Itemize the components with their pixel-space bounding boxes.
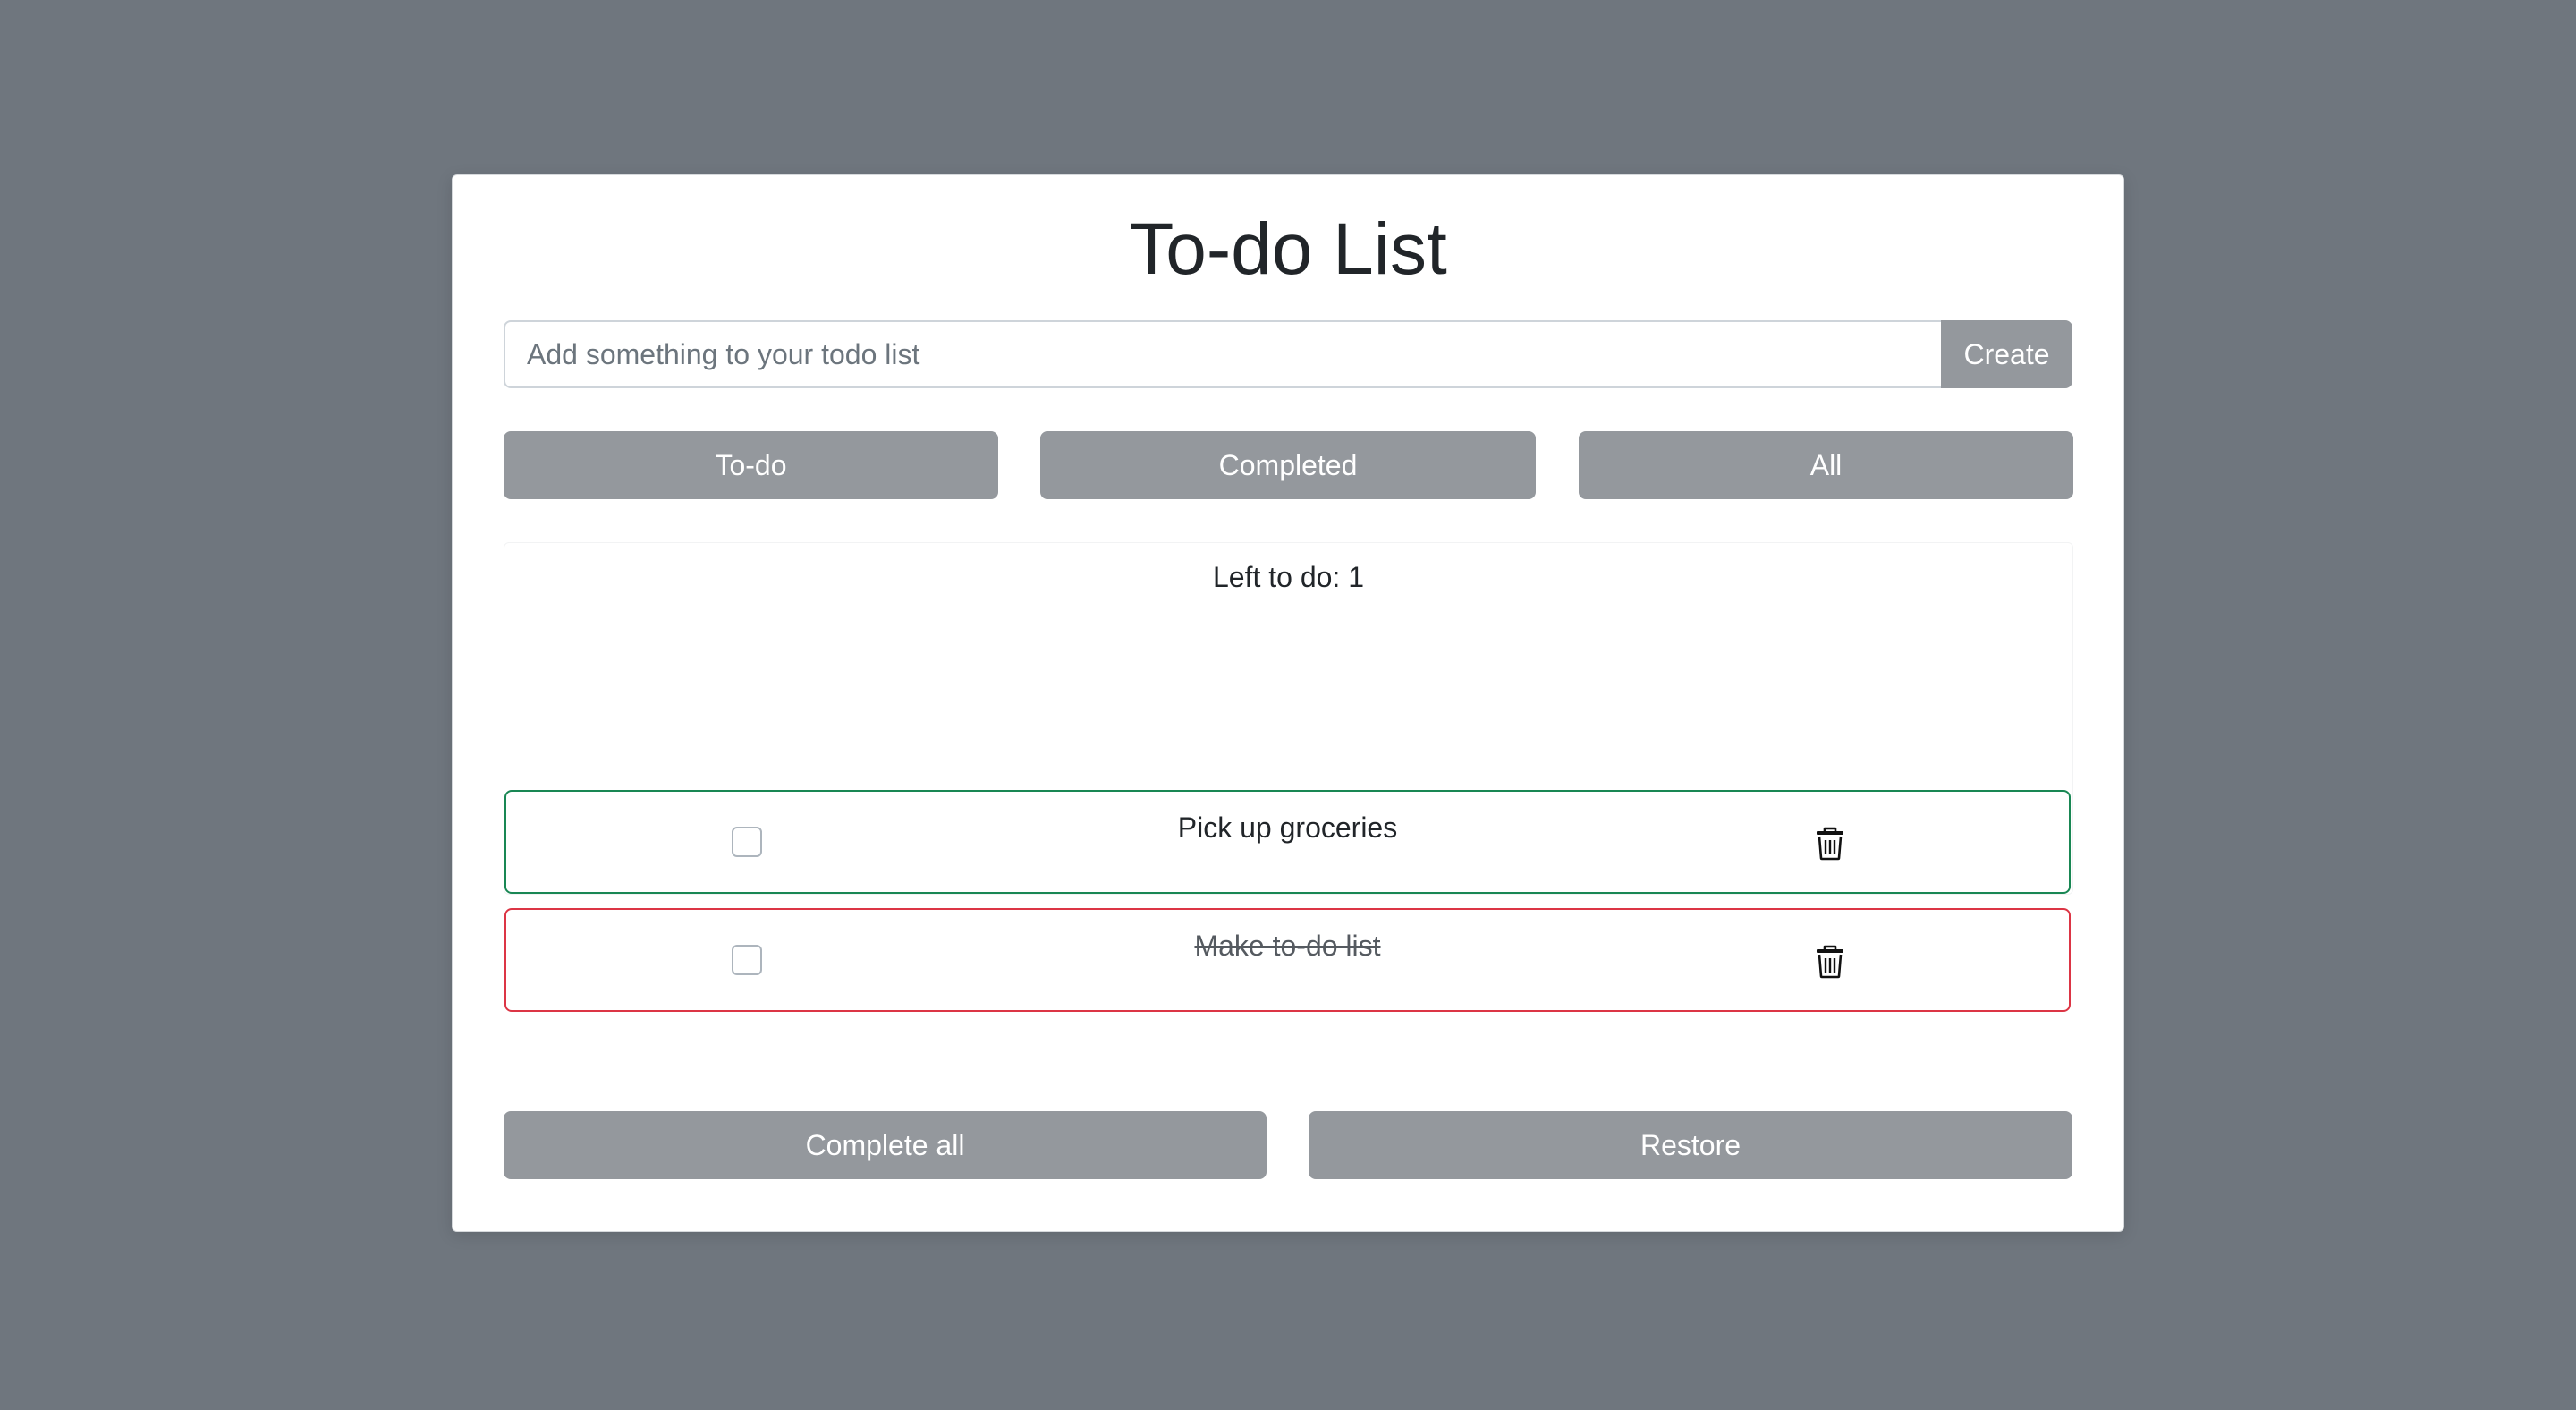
filter-completed-button[interactable]: Completed	[1040, 431, 1536, 499]
complete-all-button[interactable]: Complete all	[504, 1111, 1267, 1179]
restore-button[interactable]: Restore	[1309, 1111, 2072, 1179]
trash-icon[interactable]	[1815, 827, 1845, 861]
page-title: To-do List	[1129, 208, 1447, 290]
filter-todo-button[interactable]: To-do	[504, 431, 998, 499]
add-todo-form: Create	[504, 320, 2072, 388]
trash-icon[interactable]	[1815, 945, 1845, 979]
todo-item: Pick up groceries	[504, 790, 2071, 894]
todo-input[interactable]	[504, 320, 1941, 388]
filter-all-button[interactable]: All	[1579, 431, 2073, 499]
todo-item: Make to-do list	[504, 908, 2071, 1012]
left-to-do-count: Left to do: 1	[1212, 561, 1364, 593]
create-button[interactable]: Create	[1941, 320, 2072, 388]
todo-card: To-do List Create To-do Completed All Le…	[452, 174, 2124, 1232]
